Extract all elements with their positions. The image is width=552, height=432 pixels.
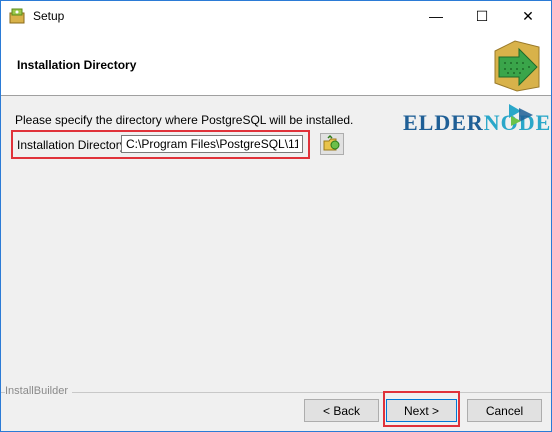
title-bar[interactable]: Setup — ☐ ✕ (1, 1, 551, 31)
eldernode-logo: ELDERNODE (403, 102, 550, 136)
folder-browse-icon (323, 134, 340, 151)
setup-window: Setup — ☐ ✕ Installation Directory Pleas… (0, 0, 552, 432)
green-arrow-box-icon (494, 40, 540, 92)
close-button[interactable]: ✕ (505, 1, 551, 31)
back-button[interactable]: < Back (304, 399, 379, 422)
page-title: Installation Directory (17, 58, 137, 72)
brand-text-part1: ELDER (403, 110, 484, 135)
page-header: Installation Directory (1, 31, 551, 96)
brand-play-icon (509, 104, 533, 126)
maximize-button[interactable]: ☐ (459, 1, 505, 31)
cancel-button[interactable]: Cancel (467, 399, 542, 422)
browse-button[interactable] (320, 133, 344, 155)
installbuilder-label: InstallBuilder (5, 385, 72, 397)
setup-box-icon (9, 8, 25, 24)
minimize-button[interactable]: — (413, 1, 459, 31)
content-area: Please specify the directory where Postg… (1, 96, 551, 376)
instruction-text: Please specify the directory where Postg… (15, 113, 354, 127)
window-title: Setup (33, 9, 65, 23)
footer-divider (1, 392, 551, 393)
directory-label: Installation Directory (17, 138, 126, 152)
next-button[interactable]: Next > (386, 399, 457, 422)
installation-directory-input[interactable] (121, 135, 303, 153)
